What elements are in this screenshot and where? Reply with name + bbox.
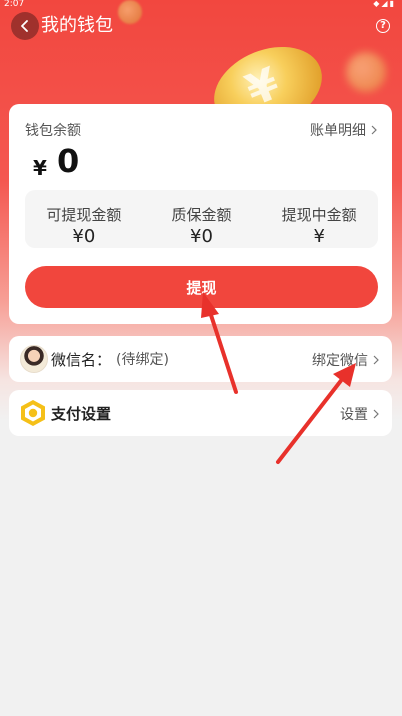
stat-pending-withdraw: 提现中金额 ¥ — [260, 190, 378, 248]
question-circle-icon[interactable]: ? — [376, 19, 390, 33]
bind-wechat-label: 绑定微信 — [312, 353, 368, 369]
hexagon-icon — [21, 400, 45, 426]
coin-decoration-blurred — [346, 52, 386, 92]
chevron-left-icon — [21, 20, 28, 32]
payment-settings-action-label: 设置 — [340, 407, 368, 423]
currency-symbol: ¥ — [33, 156, 47, 180]
balance-value: 0 — [57, 142, 80, 180]
stat-value: ¥ — [313, 226, 325, 247]
wechat-name-label: 微信名： — [51, 351, 112, 369]
statement-link[interactable]: 账单明细 — [310, 120, 378, 140]
wechat-bind-row[interactable]: 微信名： (待绑定) 绑定微信 — [9, 336, 392, 382]
wechat-name-value: (待绑定) — [116, 352, 169, 368]
avatar — [20, 345, 48, 373]
stat-label: 可提现金额 — [46, 206, 122, 224]
balance-label: 钱包余额 — [25, 123, 81, 139]
payment-settings-row[interactable]: 支付设置 设置 — [9, 390, 392, 436]
stats-box: 可提现金额 ¥0 质保金额 ¥0 提现中金额 ¥ — [25, 190, 378, 248]
status-icons: ◆◢▮ — [373, 0, 396, 8]
payment-settings-link[interactable]: 设置 — [340, 404, 380, 424]
stat-value: ¥0 — [72, 226, 96, 247]
chevron-right-icon — [371, 125, 377, 135]
payment-settings-label: 支付设置 — [51, 405, 112, 423]
status-bar: 2:07 ◆◢▮ — [0, 0, 402, 10]
chevron-right-icon — [373, 409, 379, 419]
status-time: 2:07 — [4, 0, 25, 9]
stat-label: 质保金额 — [171, 206, 232, 224]
wallet-card: 钱包余额 账单明细 ¥ 0 可提现金额 ¥0 质保金额 ¥0 提现中金额 ¥ 提… — [9, 104, 392, 324]
withdraw-button[interactable]: 提现 — [25, 266, 378, 308]
back-button[interactable] — [11, 12, 39, 40]
stat-value: ¥0 — [190, 226, 213, 247]
page-title: 我的钱包 — [41, 15, 113, 36]
stat-deposit: 质保金额 ¥0 — [143, 190, 261, 248]
stat-label: 提现中金额 — [281, 206, 357, 224]
bind-wechat-link[interactable]: 绑定微信 — [312, 350, 380, 370]
chevron-right-icon — [373, 355, 379, 365]
stat-withdrawable: 可提现金额 ¥0 — [25, 190, 143, 248]
statement-link-label: 账单明细 — [310, 123, 366, 139]
